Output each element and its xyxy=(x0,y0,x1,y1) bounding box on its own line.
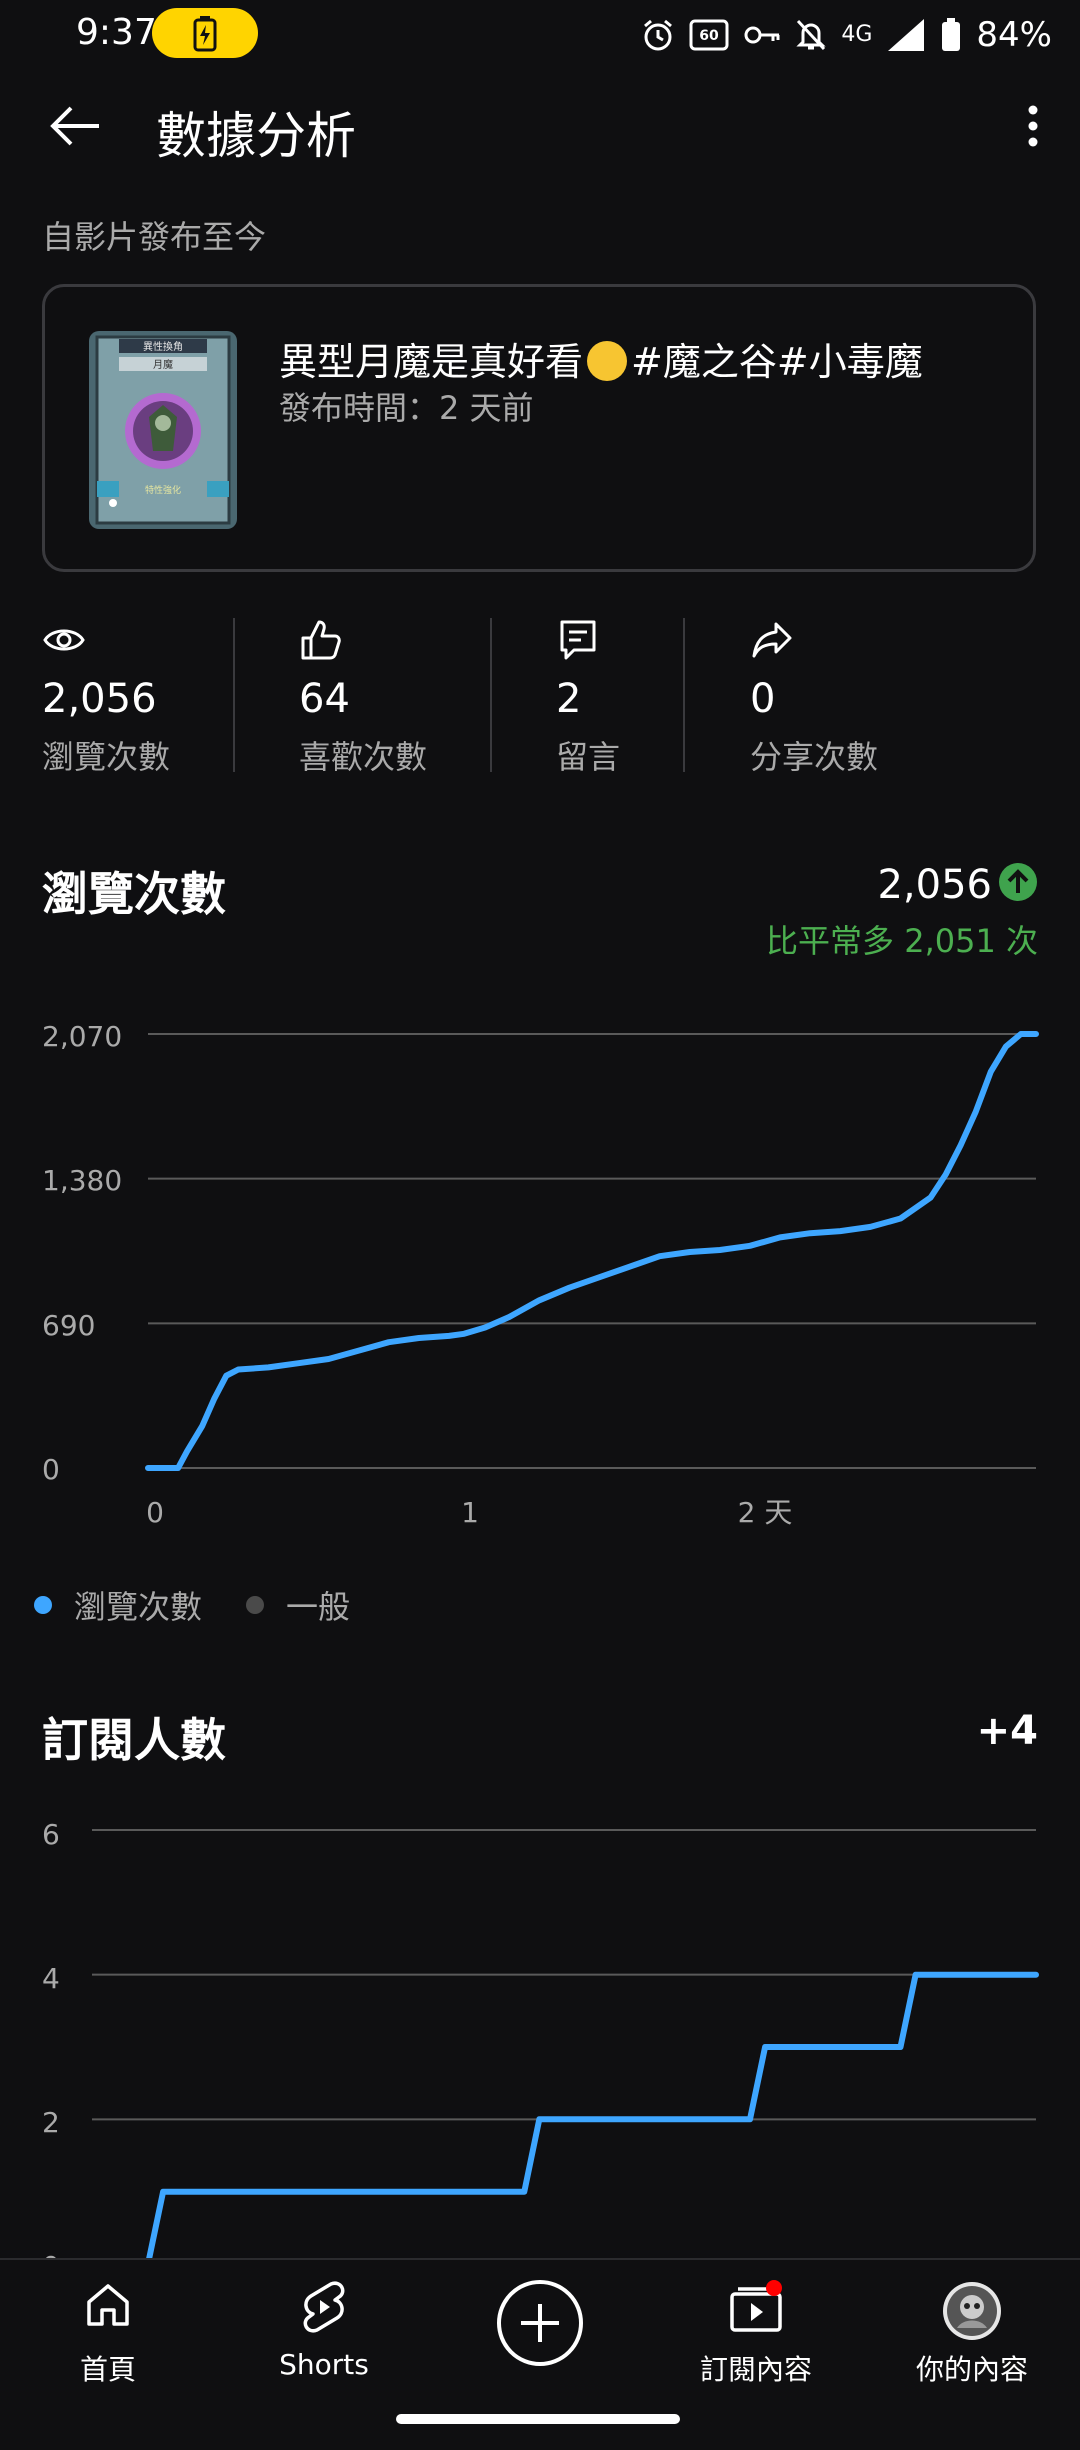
nav-you[interactable]: 你的內容 xyxy=(872,2260,1072,2420)
nav-home[interactable]: 首頁 xyxy=(8,2260,208,2420)
y-tick-label: 4 xyxy=(42,1962,60,1995)
subscribers-chart: 6 4 2 0 xyxy=(42,1818,1039,2258)
y-tick-label: 0 xyxy=(42,2250,60,2258)
avatar xyxy=(943,2282,1001,2340)
nav-label: 首頁 xyxy=(79,2353,136,2386)
nav-label: Shorts xyxy=(279,2348,369,2381)
series-line xyxy=(146,1971,1039,2258)
subscriptions-icon xyxy=(730,2280,782,2332)
create-button[interactable] xyxy=(497,2280,583,2366)
nav-label: 你的內容 xyxy=(915,2353,1028,2386)
nav-shorts[interactable]: Shorts xyxy=(224,2260,424,2420)
nav-label: 訂閱內容 xyxy=(699,2353,812,2386)
shorts-icon xyxy=(303,2281,345,2333)
y-tick-label: 6 xyxy=(42,1818,60,1851)
create-plus-icon xyxy=(521,2304,559,2342)
nav-subscriptions[interactable]: 訂閱內容 xyxy=(656,2260,856,2420)
home-icon xyxy=(87,2284,129,2326)
y-tick-label: 2 xyxy=(42,2106,60,2139)
home-indicator[interactable] xyxy=(396,2414,680,2424)
